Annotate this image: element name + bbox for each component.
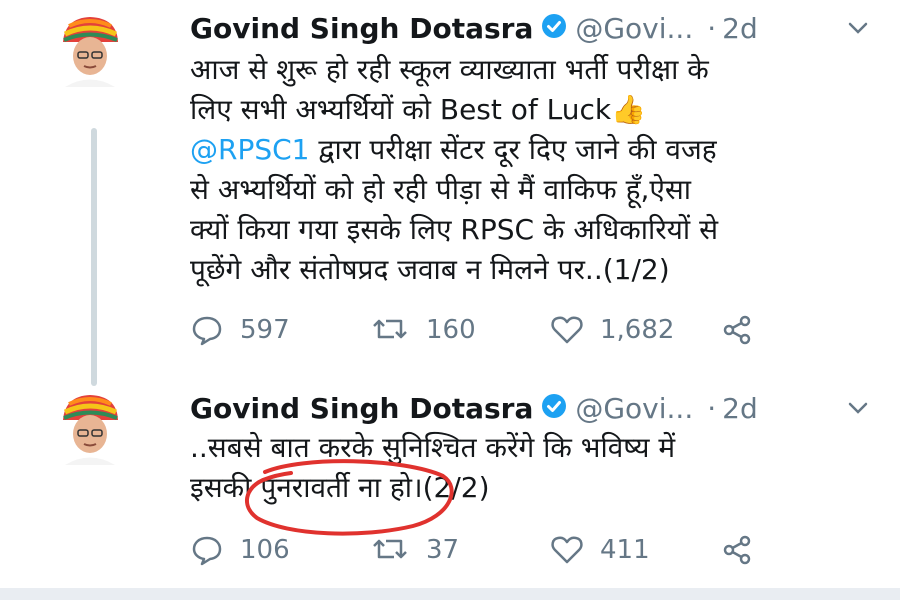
verified-badge-icon	[541, 393, 567, 426]
chevron-down-icon[interactable]	[844, 394, 872, 426]
share-button[interactable]	[720, 310, 754, 350]
like-count: 1,682	[600, 315, 675, 345]
retweet-count: 37	[426, 535, 460, 565]
tweet-line: @RPSC1 द्वारा परीक्षा सेंटर दूर दिए जाने…	[190, 130, 880, 170]
tweet-header: Govind Singh Dotasra @Govi... · 2d	[190, 388, 758, 428]
bottom-divider	[0, 588, 900, 600]
tweet-line: क्यों किया गया इसके लिए RPSC के अधिकारिय…	[190, 213, 718, 246]
retweet-count: 160	[426, 315, 476, 345]
tweet-text: आज से शुरू हो रही स्कूल व्याख्याता भर्ती…	[190, 50, 880, 290]
tweet[interactable]: Govind Singh Dotasra @Govi... · 2d आज से…	[0, 0, 900, 386]
retweet-icon	[373, 539, 407, 559]
reply-button[interactable]: 106	[190, 530, 290, 570]
tweet-line: इसकी पुनरावर्ती ना हो।(2/2)	[190, 471, 490, 504]
mention-link[interactable]: @RPSC1	[190, 133, 309, 166]
tweet-line-text: द्वारा परीक्षा सेंटर दूर दिए जाने की वजह	[309, 133, 717, 166]
retweet-button[interactable]: 37	[370, 530, 459, 570]
avatar[interactable]	[55, 12, 125, 87]
author-name[interactable]: Govind Singh Dotasra	[190, 392, 533, 425]
author-handle[interactable]: @Govi...	[575, 392, 693, 425]
retweet-button[interactable]: 160	[370, 310, 476, 350]
tweet-header: Govind Singh Dotasra @Govi... · 2d	[190, 8, 758, 48]
chevron-down-icon[interactable]	[844, 14, 872, 46]
separator-dot: ·	[707, 391, 717, 425]
reply-icon	[192, 316, 222, 346]
share-icon	[723, 315, 751, 345]
retweet-icon	[373, 319, 407, 339]
avatar[interactable]	[55, 390, 125, 465]
thumbs-up-emoji: 👍	[611, 93, 646, 126]
tweet-line: ..सबसे बात करके सुनिश्चित करेंगे कि भविष…	[190, 431, 676, 464]
tweet[interactable]: Govind Singh Dotasra @Govi... · 2d ..सबस…	[0, 380, 900, 590]
separator-dot: ·	[707, 11, 717, 45]
timestamp[interactable]: 2d	[722, 392, 758, 425]
tweet-text: ..सबसे बात करके सुनिश्चित करेंगे कि भविष…	[190, 428, 880, 508]
like-icon	[551, 316, 583, 344]
like-icon	[551, 536, 583, 564]
verified-badge-icon	[541, 13, 567, 46]
tweet-line-text: लिए सभी अभ्यर्थियों को Best of Luck	[190, 93, 612, 126]
reply-count: 597	[240, 315, 290, 345]
thread-connector	[91, 128, 97, 386]
tweet-line: आज से शुरू हो रही स्कूल व्याख्याता भर्ती…	[190, 53, 709, 86]
tweet-line: लिए सभी अभ्यर्थियों को Best of Luck👍	[190, 90, 880, 130]
author-handle[interactable]: @Govi...	[575, 12, 693, 45]
reply-count: 106	[240, 535, 290, 565]
tweet-line: से अभ्यर्थियों को हो रही पीड़ा से मैं वा…	[190, 173, 692, 206]
reply-icon	[192, 536, 222, 566]
like-button[interactable]: 411	[550, 530, 650, 570]
like-button[interactable]: 1,682	[550, 310, 674, 350]
timestamp[interactable]: 2d	[722, 12, 758, 45]
reply-button[interactable]: 597	[190, 310, 290, 350]
share-button[interactable]	[720, 530, 754, 570]
author-name[interactable]: Govind Singh Dotasra	[190, 12, 533, 45]
tweet-line: पूछेंगे और संतोषप्रद जवाब न मिलने पर..(1…	[190, 253, 670, 286]
like-count: 411	[600, 535, 650, 565]
share-icon	[723, 535, 751, 565]
